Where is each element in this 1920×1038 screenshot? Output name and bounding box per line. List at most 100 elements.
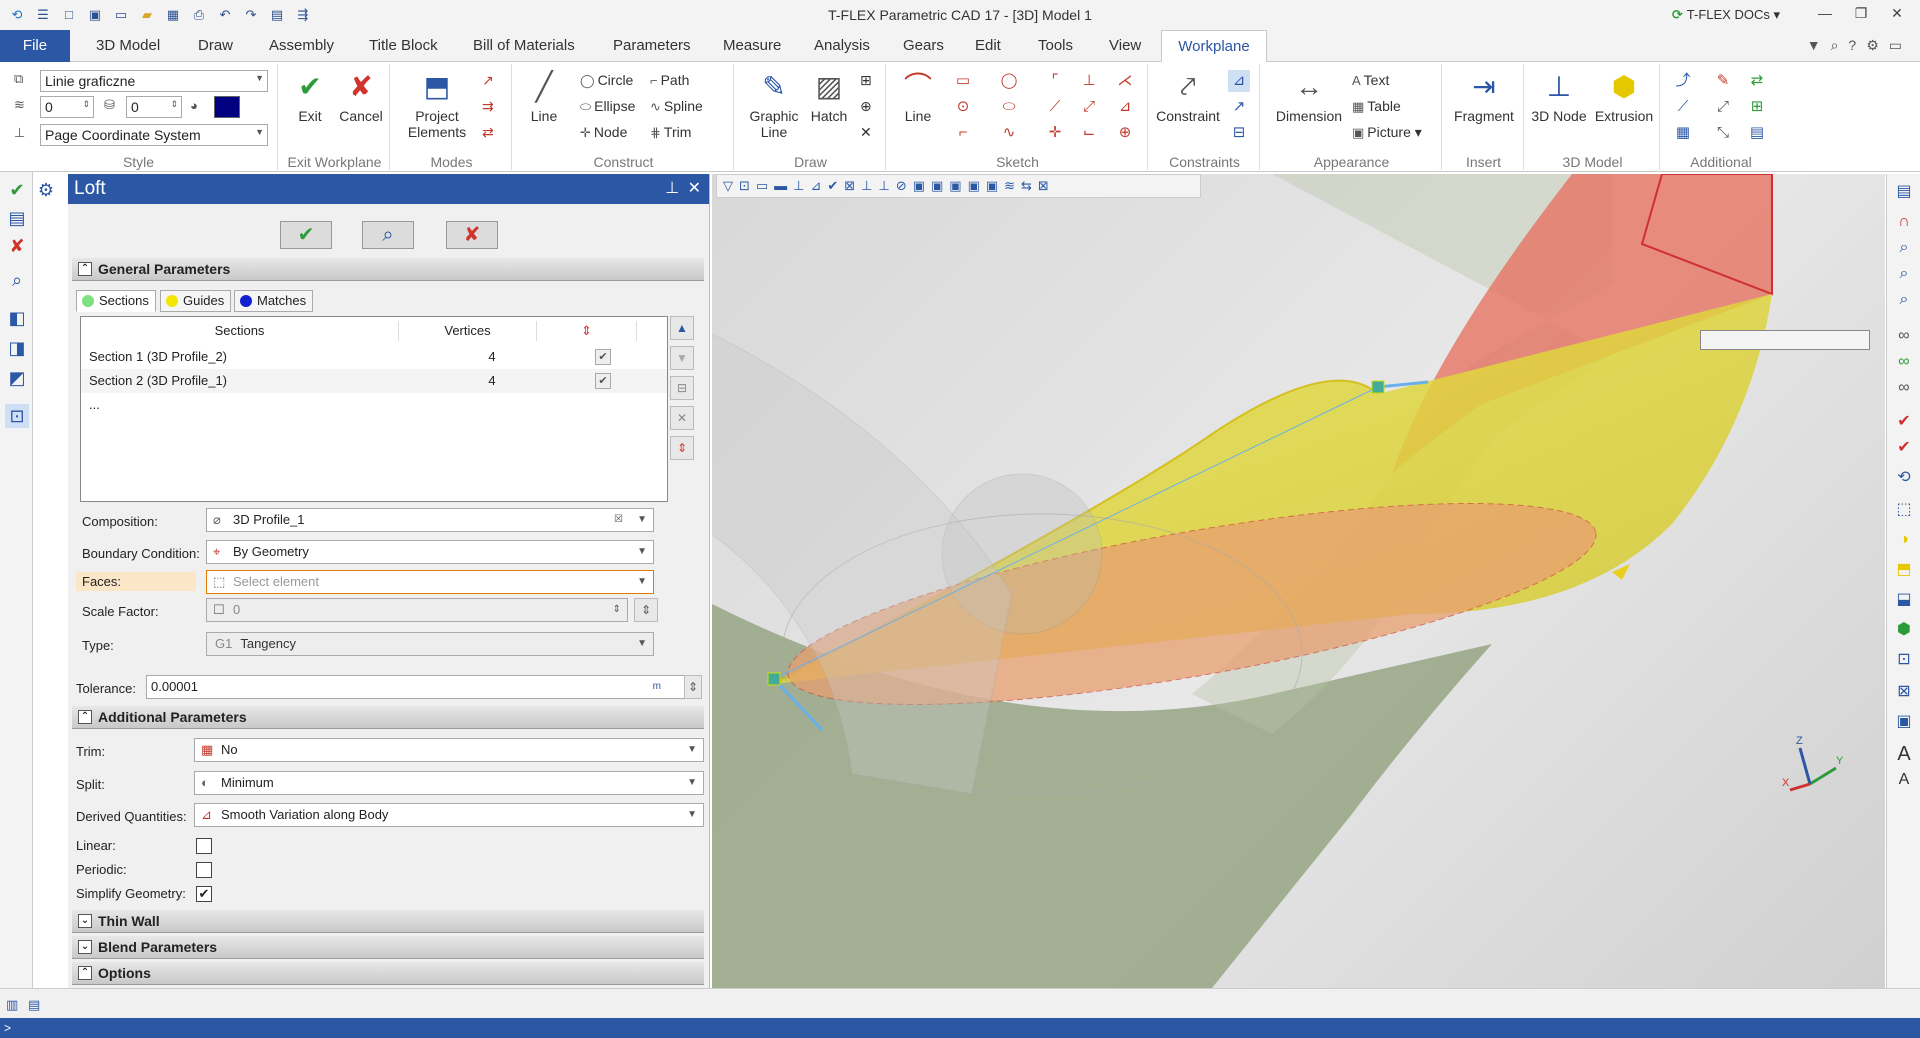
trim-button[interactable]: ⋕ Trim <box>650 124 691 141</box>
table-row[interactable]: Section 2 (3D Profile_1) 4 ✔ <box>81 369 667 393</box>
sketch-ellipse-icon[interactable]: ⬭ <box>998 96 1020 118</box>
exit-button[interactable]: ✔ Exit <box>288 70 332 124</box>
constraint-icon-3[interactable]: ⊟ <box>1228 122 1250 144</box>
additional-icon-2[interactable]: ✎ <box>1712 70 1734 92</box>
trim-select[interactable]: ▦ No ▼ <box>194 738 704 762</box>
rectangle-icon[interactable]: ▭ <box>952 70 974 92</box>
menu-icon[interactable]: ☰ <box>32 5 54 25</box>
col-header-sections[interactable]: Sections <box>81 321 399 341</box>
sketch-tangent-icon[interactable]: ⟋ <box>1044 96 1066 118</box>
tolerance-field[interactable]: 0.00001 m <box>146 675 686 699</box>
command-prompt[interactable]: > <box>4 1021 11 1035</box>
layer-input[interactable]: 0 ⇕ <box>40 96 94 118</box>
sketch-fillet-icon[interactable]: ⌙ <box>1078 122 1100 144</box>
hatch-button[interactable]: ▨ Hatch <box>806 70 852 124</box>
mode-icon-3[interactable]: ⇄ <box>482 124 494 141</box>
arc-icon[interactable]: ⌜ <box>1044 70 1066 92</box>
col-header-vertices[interactable]: Vertices <box>399 321 537 341</box>
text-button[interactable]: A Text <box>1352 72 1389 88</box>
project-elements-button[interactable]: ⬒ Project Elements <box>402 70 472 140</box>
close-window-button[interactable]: ✕ <box>1882 5 1912 25</box>
level-input[interactable]: 0 ⇕ <box>126 96 182 118</box>
tab-title-block[interactable]: Title Block <box>363 30 444 62</box>
3d-viewport[interactable]: Y Z X <box>712 174 1885 988</box>
thin-wall-header[interactable]: ⌄ Thin Wall <box>72 910 704 933</box>
sketch-target-icon[interactable]: ⊕ <box>1114 122 1136 144</box>
additional-icon-3[interactable]: ⇄ <box>1746 70 1768 92</box>
minimize-button[interactable]: — <box>1810 5 1840 25</box>
graphic-line-button[interactable]: ✎ Graphic Line <box>744 70 804 140</box>
additional-icon-8[interactable]: ⤡ <box>1712 122 1734 144</box>
tab-measure[interactable]: Measure <box>717 30 787 62</box>
properties-icon[interactable]: ▤ <box>5 206 29 230</box>
3d-node-button[interactable]: ⊥ 3D Node <box>1530 70 1588 124</box>
table-button[interactable]: ▦ Table <box>1352 98 1401 115</box>
linear-checkbox[interactable] <box>196 838 212 854</box>
picture-button[interactable]: ▣ Picture ▾ <box>1352 124 1422 141</box>
print-icon[interactable]: ⎙ <box>188 5 210 25</box>
cancel-button[interactable]: ✘ Cancel <box>336 70 386 124</box>
flip-icon[interactable]: ⇕ <box>670 436 694 460</box>
draw-icon-3[interactable]: ✕ <box>860 124 872 141</box>
docs-menu[interactable]: ⟳ T-FLEX DOCs ▾ <box>1672 7 1780 23</box>
construct-line-button[interactable]: ╱ Line <box>522 70 566 124</box>
remove-row-icon[interactable]: ⊟ <box>670 376 694 400</box>
pin-icon[interactable]: ⊥ <box>665 174 679 204</box>
section-icon[interactable]: ⊡ <box>1892 648 1916 672</box>
check-icon[interactable]: ✔ <box>1892 410 1916 434</box>
model-view[interactable]: Y Z X <box>712 174 1885 988</box>
tab-file[interactable]: File <box>0 30 70 62</box>
ellipse-button[interactable]: ⬭ Ellipse <box>580 98 635 115</box>
additional-icon-7[interactable]: ▦ <box>1672 122 1694 144</box>
faces-field[interactable]: ⬚ Select element ▼ <box>206 570 654 594</box>
loft-mode-icon-3[interactable]: ◩ <box>5 366 29 390</box>
mode-icon-1[interactable]: ↗ <box>482 72 494 89</box>
rotate-icon[interactable]: ⟲ <box>1892 466 1916 490</box>
mode-icon-2[interactable]: ⇉ <box>482 98 494 115</box>
additional-icon-4[interactable]: ⟋ <box>1672 96 1694 118</box>
dimension-icon[interactable]: ⊥ <box>1078 70 1100 92</box>
loft-mode-icon-1[interactable]: ◧ <box>5 306 29 330</box>
tab-parameters[interactable]: Parameters <box>607 30 697 62</box>
constraint-button[interactable]: ⤤ Constraint <box>1154 70 1222 124</box>
camera-icon[interactable]: ▣ <box>1892 710 1916 734</box>
draw-icon-2[interactable]: ⊕ <box>860 98 872 115</box>
text-a-icon[interactable]: A <box>1892 742 1916 766</box>
panel-ok-button[interactable]: ✔ <box>280 221 332 249</box>
tab-3d-model[interactable]: 3D Model <box>90 30 166 62</box>
boundary-select[interactable]: ⌖ By Geometry ▼ <box>206 540 654 564</box>
simplify-checkbox[interactable]: ✔ <box>196 886 212 902</box>
cancel-icon[interactable]: ✘ <box>5 234 29 258</box>
glasses-icon[interactable]: ∞ <box>1892 324 1916 348</box>
tab-guides[interactable]: Guides <box>160 290 232 312</box>
tab-bill-of-materials[interactable]: Bill of Materials <box>467 30 581 62</box>
tab-edit[interactable]: Edit <box>969 30 1007 62</box>
undo-icon[interactable]: ↶ <box>214 5 236 25</box>
restore-button[interactable]: ❐ <box>1846 5 1876 25</box>
shade-icon[interactable]: ⬓ <box>1892 588 1916 612</box>
scale-spin-icon[interactable]: ⇕ <box>634 598 658 622</box>
constraint-icon-2[interactable]: ↗ <box>1228 96 1250 118</box>
panel-preview-button[interactable]: ⌕ <box>362 221 414 249</box>
loft-mode-icon-2[interactable]: ◨ <box>5 336 29 360</box>
sketch-polyline-icon[interactable]: ⌐ <box>952 122 974 144</box>
tab-matches[interactable]: Matches <box>234 290 314 312</box>
select-mode-icon[interactable]: ⊡ <box>5 404 29 428</box>
layout-icon-1[interactable]: ▥ <box>6 997 18 1013</box>
options-header[interactable]: ⌃ Options <box>72 962 704 985</box>
fragment-button[interactable]: ⇥ Fragment <box>1448 70 1520 124</box>
box-icon[interactable]: ⬒ <box>1892 558 1916 582</box>
app-logo-icon[interactable]: ⟲ <box>6 5 28 25</box>
redo-icon[interactable]: ↷ <box>240 5 262 25</box>
command-icon[interactable]: ⇶ <box>292 5 314 25</box>
open-icon[interactable]: ▰ <box>136 5 158 25</box>
additional-icon-1[interactable]: ⤴ <box>1672 70 1694 92</box>
page-icon[interactable]: ▤ <box>266 5 288 25</box>
additional-icon-5[interactable]: ⤢ <box>1712 96 1734 118</box>
additional-icon-6[interactable]: ⊞ <box>1746 96 1768 118</box>
preview-icon[interactable]: ⌕ <box>5 268 29 292</box>
tab-sections[interactable]: Sections <box>76 290 156 312</box>
constraint-mode-icon[interactable]: ⊿ <box>1228 70 1250 92</box>
sketch-offset-icon[interactable]: ⤢ <box>1078 96 1100 118</box>
sketch-spline-icon[interactable]: ∿ <box>998 122 1020 144</box>
